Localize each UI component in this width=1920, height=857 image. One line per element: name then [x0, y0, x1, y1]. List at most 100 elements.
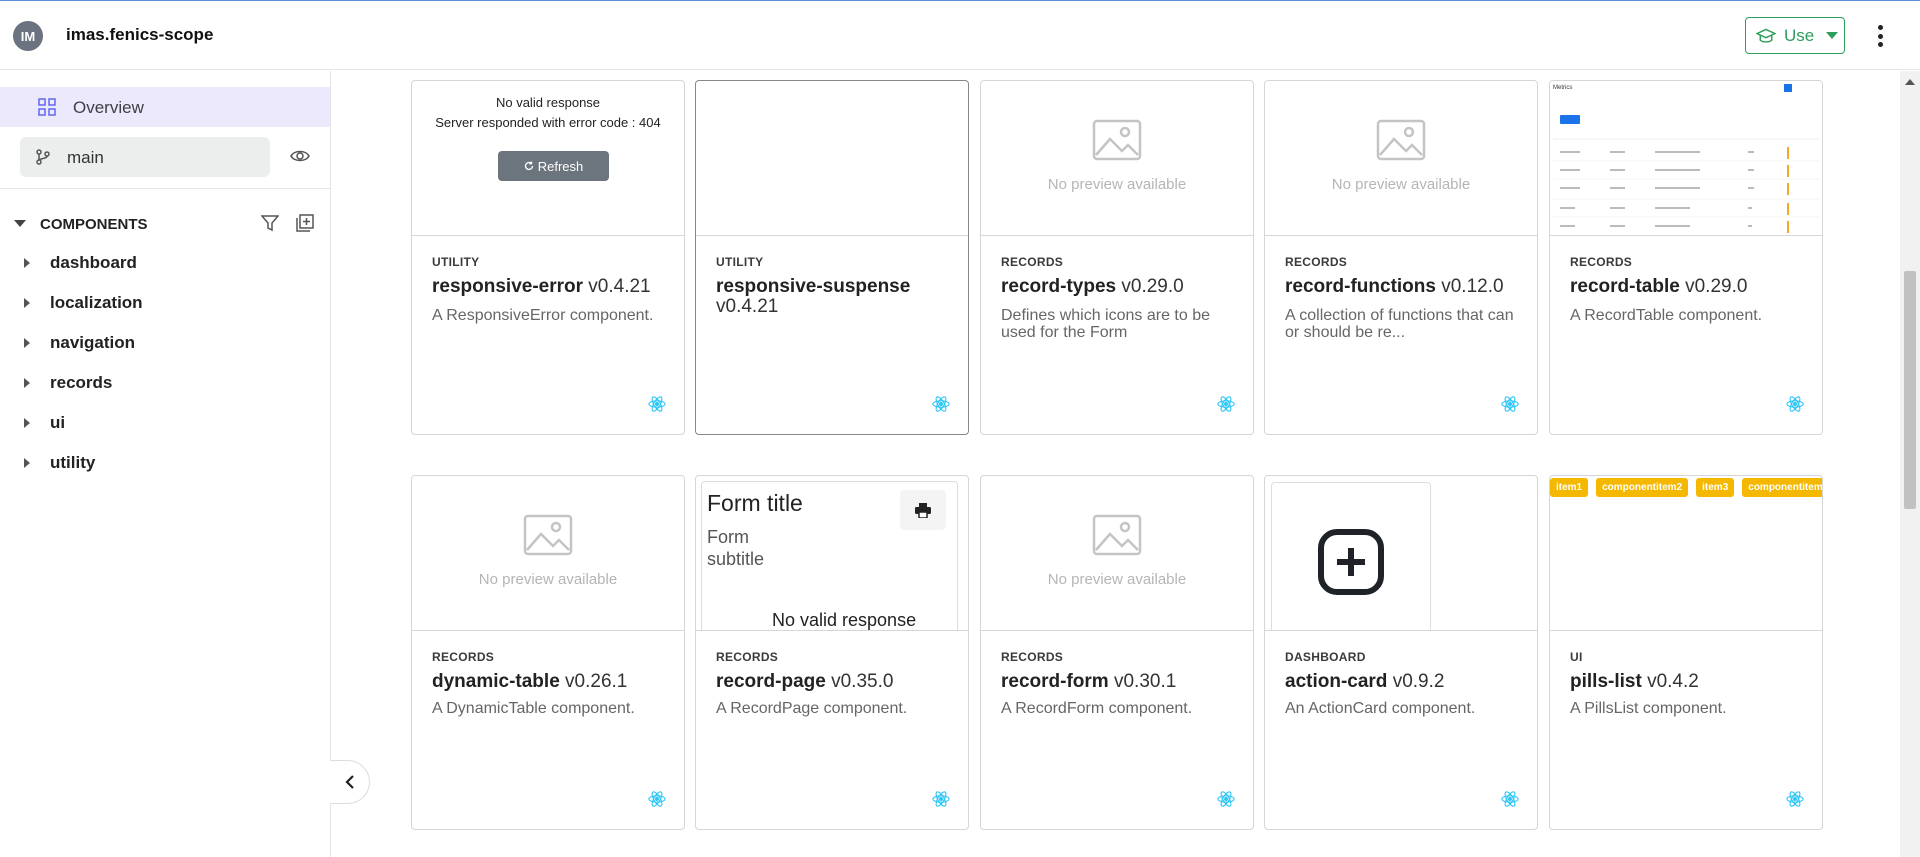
card-preview: No preview available [981, 81, 1253, 236]
card-category: UI [1570, 650, 1583, 664]
image-placeholder-icon [1092, 514, 1142, 556]
scroll-up-icon[interactable] [1905, 79, 1915, 85]
no-preview-text: No preview available [478, 571, 618, 588]
sidebar-item-ui[interactable]: ui [24, 408, 274, 438]
component-card[interactable]: No preview available RECORDS record-form… [980, 475, 1254, 830]
caret-right-icon [24, 258, 30, 268]
card-title: record-table v0.29.0 [1570, 276, 1748, 297]
react-icon [1786, 396, 1804, 412]
card-category: RECORDS [1001, 650, 1064, 664]
action-card-thumbnail [1271, 482, 1431, 630]
sidebar-item-navigation[interactable]: navigation [24, 328, 274, 358]
tree-item-label: localization [50, 293, 143, 312]
pill: componentitem4 [1742, 478, 1822, 497]
card-category: RECORDS [1285, 255, 1348, 269]
component-card[interactable]: No valid response Server responded with … [411, 80, 685, 435]
component-card[interactable]: UTILITY responsive-suspense v0.4.21 [695, 80, 969, 435]
component-card[interactable]: No preview available RECORDS record-type… [980, 80, 1254, 435]
card-description: A RecordTable component. [1570, 307, 1763, 324]
component-card[interactable]: item1 componentitem2 item3 componentitem… [1549, 475, 1823, 830]
vertical-scrollbar[interactable] [1900, 71, 1920, 857]
card-description: A DynamicTable component. [432, 700, 635, 717]
no-preview-text: No preview available [1331, 176, 1471, 193]
no-preview-text: No preview available [1047, 571, 1187, 588]
add-component-icon[interactable] [296, 214, 314, 232]
card-category: DASHBOARD [1285, 650, 1366, 664]
print-button[interactable] [900, 490, 946, 530]
component-card[interactable]: Form title Form subtitle No valid respons… [695, 475, 969, 830]
card-category: RECORDS [1570, 255, 1633, 269]
form-thumbnail: Form title Form subtitle No valid respons… [701, 481, 958, 630]
card-preview: Form title Form subtitle No valid respons… [696, 476, 968, 631]
card-title: record-functions v0.12.0 [1285, 276, 1504, 297]
branch-label: main [67, 148, 104, 167]
card-preview [1265, 476, 1537, 631]
card-category: UTILITY [432, 255, 480, 269]
form-title: Form title [707, 490, 803, 516]
component-card[interactable]: DASHBOARD action-card v0.9.2 An ActionCa… [1264, 475, 1538, 830]
card-title: action-card v0.9.2 [1285, 671, 1445, 692]
react-icon [1217, 791, 1235, 807]
card-preview: No valid response Server responded with … [412, 81, 684, 236]
react-icon [1501, 396, 1519, 412]
caret-right-icon [24, 418, 30, 428]
card-category: RECORDS [432, 650, 495, 664]
sidebar-item-dashboard[interactable]: dashboard [24, 248, 274, 278]
image-placeholder-icon [1376, 119, 1426, 161]
caret-right-icon [24, 298, 30, 308]
scope-title: imas.fenics-scope [66, 25, 214, 44]
use-button[interactable]: Use [1745, 17, 1845, 54]
caret-down-icon [14, 220, 26, 227]
grid-icon [38, 98, 56, 116]
card-category: RECORDS [1001, 255, 1064, 269]
image-placeholder-icon [523, 514, 573, 556]
avatar[interactable]: IM [13, 21, 43, 51]
top-bar: IM imas.fenics-scope Use [0, 0, 1920, 70]
refresh-button[interactable]: Refresh [498, 151, 609, 181]
react-icon [932, 396, 950, 412]
react-icon [1786, 791, 1804, 807]
sidebar-item-utility[interactable]: utility [24, 448, 274, 478]
card-title: pills-list v0.4.2 [1570, 671, 1699, 692]
tree-item-label: dashboard [50, 253, 137, 272]
component-card[interactable]: No preview available RECORDS record-func… [1264, 80, 1538, 435]
sidebar: Overview main COMPONENTS dashboard local… [0, 71, 331, 857]
tree-item-label: records [50, 373, 113, 392]
card-category: RECORDS [716, 650, 779, 664]
react-icon [1217, 396, 1235, 412]
card-category: UTILITY [716, 255, 764, 269]
react-icon [1501, 791, 1519, 807]
divider [0, 188, 330, 189]
react-icon [932, 791, 950, 807]
pills-thumbnail: item1 componentitem2 item3 componentitem… [1550, 478, 1822, 497]
no-preview-text: No preview available [1047, 176, 1187, 193]
react-icon [648, 791, 666, 807]
react-icon [648, 396, 666, 412]
table-thumbnail: Metrics [1550, 81, 1822, 235]
sidebar-item-localization[interactable]: localization [24, 288, 274, 318]
tree-item-label: utility [50, 453, 96, 472]
card-title: record-page v0.35.0 [716, 671, 894, 692]
form-subtitle: Form subtitle [707, 527, 765, 569]
card-preview [696, 81, 968, 236]
branch-selector[interactable]: main [20, 137, 270, 177]
collapse-sidebar-button[interactable] [330, 760, 370, 804]
card-preview: item1 componentitem2 item3 componentitem… [1550, 476, 1822, 631]
caret-right-icon [24, 338, 30, 348]
component-card[interactable]: Metrics RECORDS record-table v0.29.0 A R… [1549, 80, 1823, 435]
refresh-icon [524, 161, 533, 171]
filter-icon[interactable] [261, 214, 279, 232]
card-description: A ResponsiveError component. [432, 307, 654, 324]
chevron-down-icon [1826, 32, 1839, 39]
sidebar-item-records[interactable]: records [24, 368, 274, 398]
card-description: A PillsList component. [1570, 700, 1727, 717]
scrollbar-thumb[interactable] [1904, 271, 1916, 509]
chevron-left-icon [344, 775, 354, 789]
eye-icon[interactable] [290, 149, 310, 163]
card-description: Defines which icons are to be used for t… [1001, 307, 1210, 341]
card-preview: No preview available [1265, 81, 1537, 236]
more-menu-icon[interactable] [1870, 23, 1890, 49]
component-card[interactable]: No preview available RECORDS dynamic-tab… [411, 475, 685, 830]
pill: componentitem2 [1596, 478, 1689, 497]
sidebar-item-overview[interactable]: Overview [0, 87, 330, 127]
